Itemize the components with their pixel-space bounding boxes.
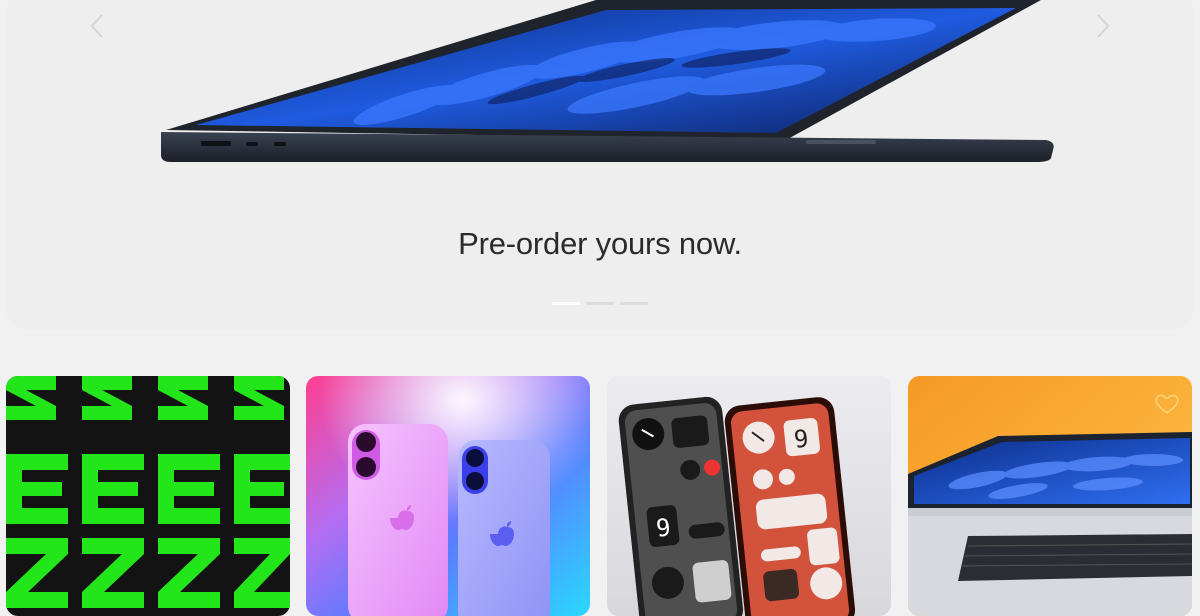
nothing-phones-image: 9 9 <box>607 376 891 616</box>
card-iphone-pink-blue[interactable] <box>306 376 590 616</box>
carousel-dot-1[interactable] <box>552 302 580 305</box>
hero-carousel[interactable]: Pre-order yours now. <box>6 0 1194 330</box>
card-macbook-air-yellow[interactable] <box>908 376 1192 616</box>
iphone-image <box>306 376 590 616</box>
hero-caption: Pre-order yours now. <box>458 226 742 261</box>
carousel-dots <box>6 302 1194 305</box>
svg-text:9: 9 <box>655 513 672 542</box>
card-nothing-logo-promo[interactable] <box>6 376 290 616</box>
chevron-right-icon[interactable] <box>1090 12 1114 40</box>
macbook-image <box>161 0 1054 162</box>
neon-letter-pattern <box>6 376 290 608</box>
card-nothing-phones[interactable]: 9 9 <box>607 376 891 616</box>
heart-icon[interactable] <box>1154 390 1180 416</box>
svg-text:9: 9 <box>793 424 810 453</box>
chevron-left-icon[interactable] <box>86 12 110 40</box>
macbook-yellow-image <box>908 376 1192 616</box>
product-cards: 9 9 <box>6 376 1194 616</box>
carousel-dot-2[interactable] <box>586 302 614 305</box>
carousel-dot-3[interactable] <box>620 302 648 305</box>
